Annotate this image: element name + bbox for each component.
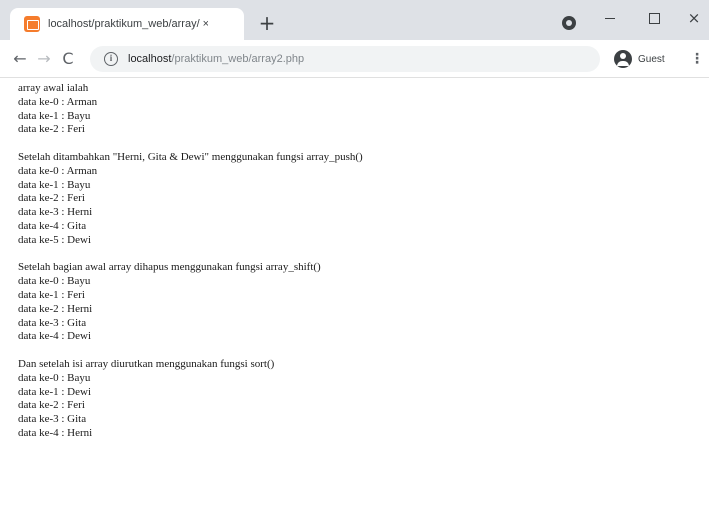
data-line: data ke-2 : Feri — [18, 123, 85, 136]
tab-title: localhost/praktikum_web/array/ × — [48, 18, 208, 30]
data-line: data ke-4 : Gita — [18, 219, 87, 232]
url-host: localhost — [128, 53, 172, 65]
profile-label: Guest — [638, 53, 665, 65]
url-text[interactable]: localhost/praktikum_web/array2.php — [128, 53, 304, 65]
data-line: data ke-3 : Gita — [18, 316, 87, 329]
reload-button[interactable]: C — [58, 49, 78, 69]
minimize-button[interactable] — [592, 6, 628, 30]
data-line: data ke-2 : Feri — [18, 399, 85, 412]
maximize-button[interactable] — [636, 6, 672, 30]
data-line: data ke-4 : Herni — [18, 426, 93, 439]
data-line: data ke-0 : Arman — [18, 164, 98, 177]
data-line: data ke-2 : Herni — [18, 302, 93, 315]
data-line: data ke-3 : Gita — [18, 413, 87, 426]
section-array-push: Setelah ditambahkan "Herni, Gita & Dewi"… — [18, 151, 698, 248]
section-heading: Setelah ditambahkan "Herni, Gita & Dewi"… — [18, 150, 363, 163]
section-heading: Setelah bagian awal array dihapus menggu… — [18, 261, 321, 274]
data-line: data ke-1 : Bayu — [18, 178, 91, 191]
guest-avatar-icon — [614, 50, 632, 68]
window-close-button[interactable]: × — [676, 6, 709, 30]
forward-button[interactable]: → — [34, 49, 54, 69]
data-line: data ke-2 : Feri — [18, 192, 85, 205]
browser-tab[interactable]: localhost/praktikum_web/array/ × — [10, 8, 244, 40]
section-heading: array awal ialah — [18, 82, 89, 94]
section-sort: Dan setelah isi array diurutkan mengguna… — [18, 358, 698, 441]
url-path: /praktikum_web/array2.php — [171, 53, 305, 65]
back-button[interactable]: ← — [10, 49, 30, 69]
data-line: data ke-0 : Bayu — [18, 275, 91, 288]
browser-toolbar: ← → C i localhost/praktikum_web/array2.p… — [0, 40, 709, 78]
profile-button[interactable]: Guest — [614, 49, 665, 69]
info-icon[interactable]: i — [104, 52, 118, 66]
data-line: data ke-0 : Bayu — [18, 371, 91, 384]
more-menu-icon[interactable]: ⋮ — [690, 50, 704, 68]
address-bar[interactable]: i localhost/praktikum_web/array2.php — [90, 46, 600, 72]
section-heading: Dan setelah isi array diurutkan mengguna… — [18, 357, 275, 370]
data-line: data ke-1 : Bayu — [18, 109, 91, 122]
section-array-shift: Setelah bagian awal array dihapus menggu… — [18, 261, 698, 344]
tab-search-icon[interactable] — [562, 16, 576, 30]
new-tab-button[interactable]: + — [256, 13, 278, 35]
data-line: data ke-1 : Dewi — [18, 385, 91, 398]
data-line: data ke-3 : Herni — [18, 206, 93, 219]
data-line: data ke-5 : Dewi — [18, 233, 91, 246]
page-content: array awal ialah data ke-0 : Arman data … — [18, 82, 698, 441]
favicon-icon — [24, 16, 40, 32]
tab-strip: localhost/praktikum_web/array/ × + × — [0, 0, 709, 40]
data-line: data ke-4 : Dewi — [18, 330, 91, 343]
data-line: data ke-0 : Arman — [18, 95, 98, 108]
data-line: data ke-1 : Feri — [18, 288, 85, 301]
section-initial: array awal ialah data ke-0 : Arman data … — [18, 82, 698, 137]
